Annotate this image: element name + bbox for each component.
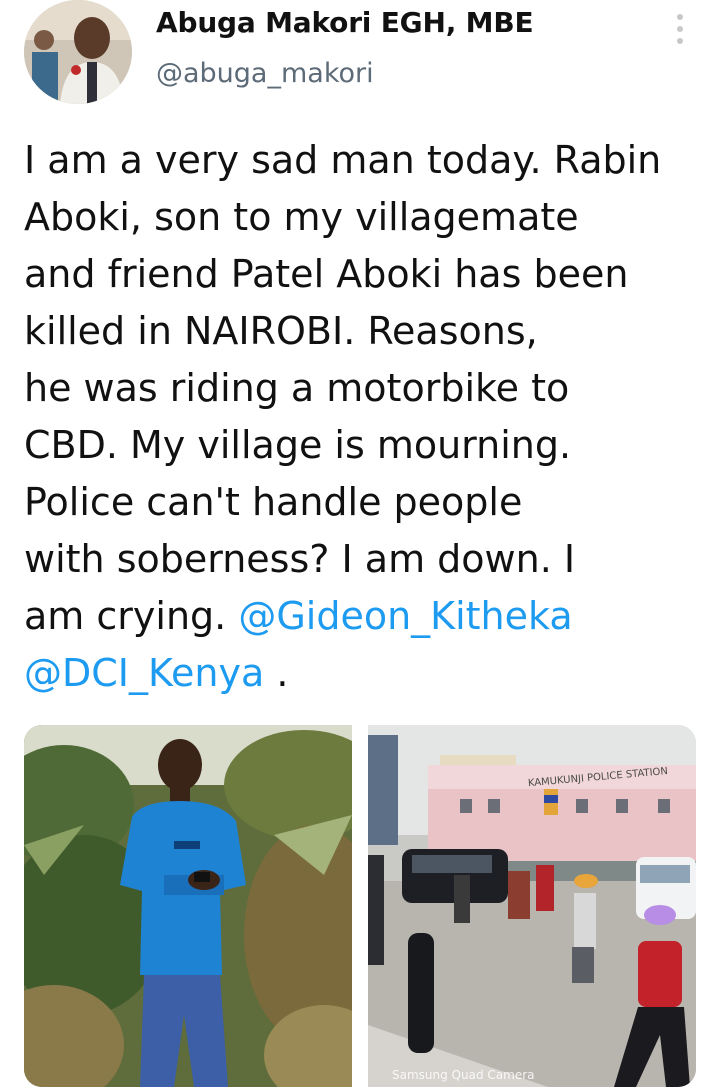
tweet-line: @DCI_Kenya . [24, 645, 714, 702]
tweet-photo-1[interactable] [24, 725, 352, 1087]
author-display-name[interactable]: Abuga Makori EGH, MBE [156, 6, 534, 39]
photo-young-man-icon [24, 725, 352, 1087]
tweet-text-fragment: am crying. [24, 594, 239, 638]
camera-watermark: Samsung Quad Camera [392, 1068, 534, 1082]
tweet-line: and friend Patel Aboki has been [24, 252, 629, 296]
tweet-line: I am a very sad man today. Rabin [24, 138, 662, 182]
tweet-line: killed in NAIROBI. Reasons, [24, 309, 538, 353]
tweet-text-fragment: . [264, 651, 289, 695]
more-vertical-icon[interactable] [670, 12, 690, 46]
tweet-line: CBD. My village is mourning. [24, 423, 572, 467]
tweet-line: Aboki, son to my villagemate [24, 195, 579, 239]
menu-dot [677, 26, 683, 32]
mention-link-gideon[interactable]: @Gideon_Kitheka [238, 594, 572, 638]
tweet-line: with soberness? I am down. I [24, 537, 576, 581]
author-avatar[interactable] [24, 0, 132, 104]
photo-police-station-icon: KAMUKUNJI POLICE STATION Samsung Quad Ca… [368, 725, 696, 1087]
author-handle[interactable]: @abuga_makori [156, 58, 374, 89]
mention-link-dci[interactable]: @DCI_Kenya [24, 651, 264, 695]
tweet-photo-2[interactable]: KAMUKUNJI POLICE STATION Samsung Quad Ca… [368, 725, 696, 1087]
tweet-text: I am a very sad man today. Rabin Aboki, … [24, 132, 714, 702]
tweet-line: am crying. @Gideon_Kitheka [24, 588, 714, 645]
menu-dot [677, 14, 683, 20]
tweet-line: he was riding a motorbike to [24, 366, 570, 410]
menu-dot [677, 38, 683, 44]
tweet-line: Police can't handle people [24, 480, 523, 524]
avatar-photo-icon [24, 0, 132, 104]
